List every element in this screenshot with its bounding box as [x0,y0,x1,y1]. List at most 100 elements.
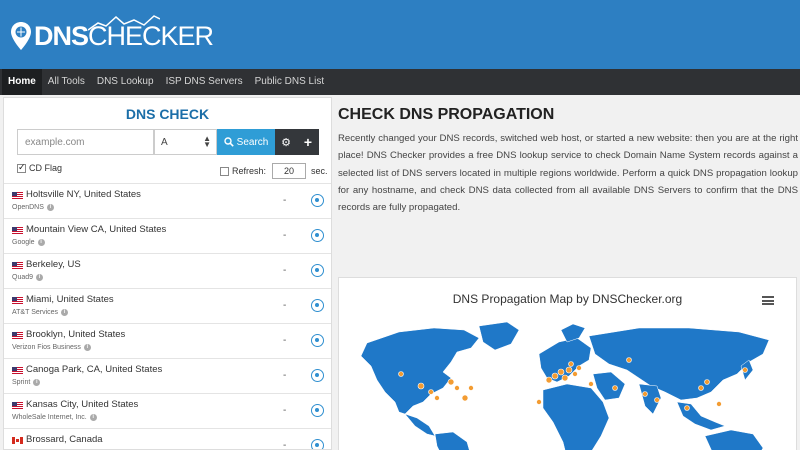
dns-check-title: DNS CHECK [125,106,210,122]
server-result: - [283,195,287,206]
record-type-select[interactable]: A ▲ ▼ [154,129,217,155]
refresh-option: Refresh: 20 sec. [220,163,328,179]
add-server-button[interactable]: + [297,129,319,155]
map-marker [565,366,573,374]
info-icon[interactable]: i [33,379,41,386]
map-marker [568,361,574,367]
info-icon[interactable]: i [61,309,69,316]
server-result: - [283,370,287,381]
server-location: Canoga Park, CA, United States [26,364,163,375]
map-marker [561,374,569,382]
refresh-label: Refresh: [232,166,267,176]
cd-flag-option[interactable]: CD Flag [17,162,62,173]
map-marker [704,379,710,385]
status-pending-icon [311,369,324,382]
map-marker [612,385,618,391]
nav-home[interactable]: Home [2,69,42,95]
server-provider: Quad9 i [12,274,44,281]
server-result: - [283,335,287,346]
server-provider: Verizon Fios Business i [12,344,91,351]
map-marker [551,372,559,380]
info-icon[interactable]: i [83,344,91,351]
info-icon[interactable]: i [37,239,45,246]
server-provider: Sprint i [12,379,41,386]
server-location: Holtsville NY, United States [26,189,141,200]
server-row: Kansas City, United States WholeSale Int… [4,393,331,428]
map-marker [447,378,455,386]
refresh-checkbox[interactable] [220,166,229,176]
nav-all-tools[interactable]: All Tools [42,69,91,95]
refresh-interval-input[interactable]: 20 [272,163,307,179]
us-flag-icon [12,297,23,304]
server-location: Miami, United States [26,294,114,305]
map-marker [454,385,460,391]
us-flag-icon [12,192,23,199]
nav-isp-dns-servers[interactable]: ISP DNS Servers [160,69,249,95]
map-marker [742,367,748,373]
map-marker [654,397,660,403]
dns-check-panel: DNS CHECK example.com A ▲▼ Search ⚙ + CD… [3,97,332,450]
info-icon[interactable]: i [46,204,54,211]
map-marker [716,401,722,407]
info-icon[interactable]: i [36,274,44,281]
chart-menu-icon[interactable] [762,296,774,305]
server-row: Brooklyn, United States Verizon Fios Bus… [4,323,331,358]
server-provider: OpenDNS i [12,204,54,211]
map-marker [557,368,565,376]
map-marker [698,385,704,391]
world-map[interactable] [339,318,797,450]
server-provider: WholeSale Internet, Inc. i [12,414,97,421]
nav-public-dns-list[interactable]: Public DNS List [249,69,330,95]
map-marker [468,385,474,391]
server-location: Kansas City, United States [26,399,139,410]
search-button[interactable]: Search [217,129,275,155]
greenland-region [478,321,520,351]
server-location: Mountain View CA, United States [26,224,167,235]
search-button-label: Search [236,136,269,148]
page-description: Recently changed your DNS records, switc… [338,133,798,214]
server-row: Canoga Park, CA, United States Sprint i - [4,358,331,393]
server-provider: AT&T Services i [12,309,69,316]
nav-dns-lookup[interactable]: DNS Lookup [91,69,160,95]
server-row: Brossard, Canada - [4,428,331,449]
map-marker [684,405,690,411]
status-pending-icon [311,299,324,312]
settings-button[interactable]: ⚙ [275,129,297,155]
gear-icon: ⚙ [281,136,291,149]
us-flag-icon [12,402,23,409]
us-flag-icon [12,262,23,269]
info-icon[interactable]: i [89,414,97,421]
server-result: - [283,230,287,241]
map-marker [398,371,404,377]
map-marker [642,391,648,397]
propagation-map-card: DNS Propagation Map by DNSChecker.org [338,277,797,450]
us-flag-icon [12,367,23,374]
map-marker [536,399,542,405]
select-arrows-icon: ▲ ▼ [203,134,211,149]
map-marker [545,376,553,384]
server-provider: Google i [12,239,45,246]
server-row: Mountain View CA, United States Google i … [4,218,331,253]
us-flag-icon [12,332,23,339]
status-pending-icon [311,404,324,417]
south-america-region [434,431,470,450]
cd-flag-checkbox[interactable] [17,162,26,173]
status-pending-icon [311,334,324,347]
location-pin-icon [11,22,31,50]
africa-region [542,383,610,450]
server-list: Holtsville NY, United States OpenDNS i - … [4,183,331,449]
australia-region [704,429,764,450]
status-pending-icon [311,194,324,207]
server-location: Brooklyn, United States [26,329,126,340]
search-icon [223,137,234,147]
map-title: DNS Propagation Map by DNSChecker.org [452,292,683,306]
main-nav: Home All Tools DNS Lookup ISP DNS Server… [0,69,800,95]
canada-flag-icon [12,437,23,444]
server-location: Berkeley, US [26,259,81,270]
map-marker [417,382,425,390]
hostname-input[interactable]: example.com [17,129,154,155]
dnschecker-logo[interactable]: DNSCHECKER [10,15,214,56]
server-row: Miami, United States AT&T Services i - [4,288,331,323]
map-marker [461,394,469,402]
page-title: CHECK DNS PROPAGATION [338,106,555,123]
